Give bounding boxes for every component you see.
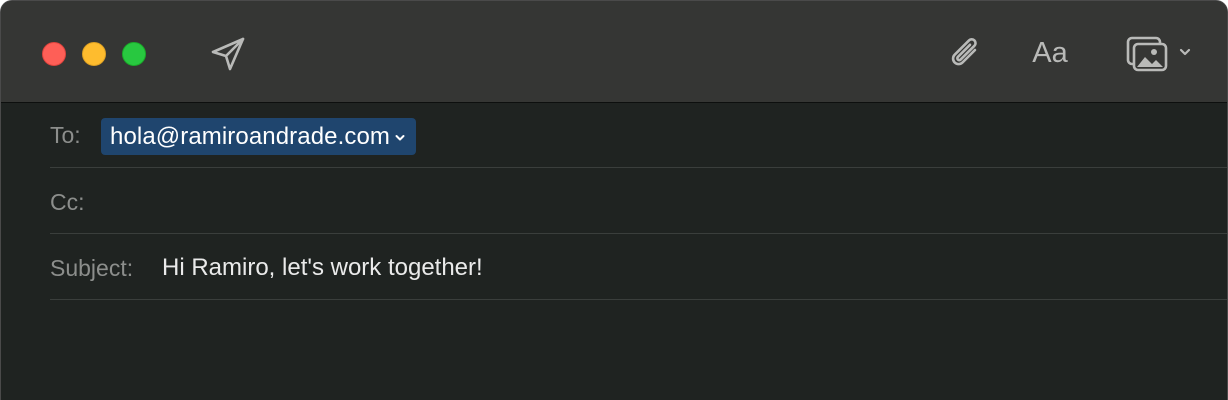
paper-plane-icon — [211, 37, 245, 71]
subject-label: Subject: — [50, 255, 134, 281]
to-label: To: — [50, 122, 81, 148]
photo-browser-button[interactable] — [1125, 33, 1199, 73]
attach-button[interactable] — [947, 33, 985, 73]
paperclip-icon — [951, 38, 977, 66]
recipient-address: hola@ramiroandrade.com — [110, 122, 391, 150]
cc-label: Cc: — [50, 189, 85, 215]
cc-field-row: Cc: — [50, 168, 1227, 234]
recipient-token[interactable]: hola@ramiroandrade.com — [101, 118, 417, 155]
send-button[interactable] — [209, 35, 247, 73]
photo-browser-icon — [1126, 36, 1168, 72]
toolbar: Aa — [1, 1, 1227, 103]
format-button[interactable]: Aa — [1027, 34, 1073, 72]
chevron-down-icon — [395, 135, 405, 141]
message-body-editor[interactable] — [1, 300, 1227, 400]
zoom-window-button[interactable] — [122, 42, 146, 66]
close-window-button[interactable] — [42, 42, 66, 66]
subject-field-row: Subject: Hi Ramiro, let's work together! — [50, 234, 1227, 300]
subject-input[interactable]: Hi Ramiro, let's work together! — [162, 254, 1062, 282]
cc-input[interactable] — [102, 186, 1106, 218]
minimize-window-button[interactable] — [82, 42, 106, 66]
chevron-down-icon — [1179, 48, 1191, 56]
to-field-row: To: hola@ramiroandrade.com — [50, 103, 1227, 168]
mail-compose-window: Aa To: hola@ramiroandrade.com Cc: Subjec… — [0, 0, 1228, 400]
